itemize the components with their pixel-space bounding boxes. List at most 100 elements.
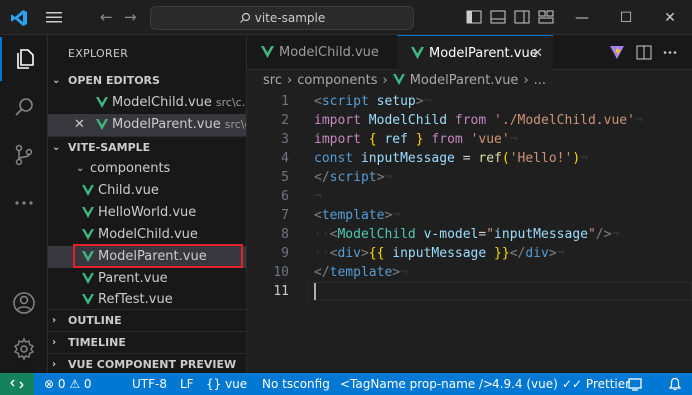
tab-label: ModelParent.vue bbox=[429, 46, 538, 61]
file-name: Parent.vue bbox=[98, 271, 168, 286]
vue-file-icon bbox=[82, 294, 94, 305]
close-editor-icon[interactable]: ✕ bbox=[74, 114, 85, 136]
accounts-activity[interactable] bbox=[0, 281, 48, 325]
bell-icon[interactable] bbox=[668, 377, 682, 391]
language-status[interactable]: {} vue bbox=[206, 373, 247, 395]
code-line: <script setup>¬ bbox=[314, 94, 432, 109]
breadcrumb: src › components › ModelParent.vue ›... bbox=[247, 70, 692, 92]
open-editors-label: OPEN EDITORS bbox=[68, 74, 160, 87]
file-item[interactable]: HelloWorld.vue bbox=[48, 202, 246, 224]
menu-icon[interactable] bbox=[44, 9, 64, 25]
breadcrumb-item[interactable]: ... bbox=[534, 73, 546, 88]
outline-header[interactable]: › OUTLINE bbox=[48, 309, 246, 331]
encoding-status[interactable]: UTF-8 bbox=[132, 373, 167, 395]
source-control-activity[interactable] bbox=[0, 133, 48, 177]
close-tab-icon[interactable]: ✕ bbox=[532, 36, 543, 71]
remote-icon bbox=[10, 379, 24, 389]
line-number: 6 bbox=[281, 189, 289, 204]
code-line: </script>¬ bbox=[314, 170, 393, 185]
remote-indicator[interactable] bbox=[0, 373, 34, 395]
activity-bar bbox=[0, 35, 48, 373]
tsconfig-status[interactable]: No tsconfig bbox=[262, 373, 330, 395]
vue-file-icon bbox=[82, 207, 94, 218]
open-editor-name: ModelParent.vue bbox=[112, 117, 221, 132]
prettier-status[interactable]: ✓✓ Prettier bbox=[562, 373, 630, 395]
code-line: ··<ModelChild v-model="inputMessage"/>¬ bbox=[314, 227, 620, 242]
problems-status[interactable]: ⊗ 0 ⚠ 0 bbox=[44, 373, 92, 395]
file-name: Child.vue bbox=[98, 183, 159, 198]
file-name: RefTest.vue bbox=[98, 292, 173, 307]
workspace-header[interactable]: ⌄ VITE-SAMPLE bbox=[48, 136, 246, 158]
timeline-label: TIMELINE bbox=[68, 336, 126, 349]
maximize-button[interactable]: ☐ bbox=[604, 0, 648, 35]
outline-label: OUTLINE bbox=[68, 314, 122, 327]
ts-version-status[interactable]: 4.9.4 (vue) bbox=[492, 373, 558, 395]
search-text: vite-sample bbox=[254, 11, 326, 25]
close-window-button[interactable]: ✕ bbox=[648, 0, 692, 35]
more-actions-icon[interactable] bbox=[662, 45, 678, 60]
open-editor-item[interactable]: ✕ ModelParent.vuesrc\c... bbox=[48, 114, 246, 136]
file-name: ModelChild.vue bbox=[98, 227, 198, 242]
chevron-down-icon: ⌄ bbox=[52, 75, 61, 86]
file-item[interactable]: RefTest.vue bbox=[48, 289, 246, 309]
explorer-activity[interactable] bbox=[0, 37, 48, 81]
tab-modelparent[interactable]: ModelParent.vue ✕ bbox=[397, 35, 553, 70]
line-number: 1 bbox=[281, 94, 289, 109]
search-activity[interactable] bbox=[0, 85, 48, 129]
search-icon bbox=[239, 12, 250, 23]
back-arrow-icon[interactable]: ← bbox=[100, 9, 118, 25]
manage-activity[interactable] bbox=[0, 327, 48, 371]
line-number: 4 bbox=[281, 151, 289, 166]
folder-components[interactable]: ⌄ components bbox=[48, 158, 246, 180]
vue-file-icon bbox=[96, 97, 108, 108]
code-editor[interactable]: 1 2 3 4 5 6 7 8 9 10 11 <script setup>¬ … bbox=[247, 92, 692, 373]
file-item[interactable]: Parent.vue bbox=[48, 268, 246, 290]
vue-preview-label: VUE COMPONENT PREVIEW bbox=[68, 358, 237, 371]
toggle-panel-icon[interactable] bbox=[490, 10, 506, 24]
tab-label: ModelChild.vue bbox=[279, 45, 379, 60]
status-bar: ⊗ 0 ⚠ 0 UTF-8 LF {} vue No tsconfig <Tag… bbox=[0, 373, 692, 395]
vscode-logo-icon bbox=[11, 10, 27, 26]
vue-file-icon bbox=[411, 47, 424, 59]
file-item[interactable]: Child.vue bbox=[48, 180, 246, 202]
chevron-right-icon: › bbox=[52, 337, 57, 348]
chevron-right-icon: › bbox=[523, 73, 529, 88]
customize-layout-icon[interactable] bbox=[538, 10, 554, 24]
sidebar-title: EXPLORER bbox=[68, 47, 129, 60]
breadcrumb-item[interactable]: src bbox=[263, 73, 282, 88]
tagname-status[interactable]: <TagName prop-name /> bbox=[340, 373, 493, 395]
breadcrumb-item[interactable]: components bbox=[297, 73, 377, 88]
tab-modelchild[interactable]: ModelChild.vue bbox=[247, 35, 395, 70]
open-editor-item[interactable]: ModelChild.vuesrc\c... bbox=[48, 92, 246, 114]
open-editor-path: src\c... bbox=[215, 96, 246, 109]
vue-file-icon bbox=[82, 273, 94, 284]
search-icon bbox=[15, 98, 33, 116]
chevron-right-icon: › bbox=[286, 73, 293, 88]
vue-preview-header[interactable]: › VUE COMPONENT PREVIEW bbox=[48, 353, 246, 375]
vite-icon[interactable] bbox=[609, 45, 625, 60]
code-line: ¬ bbox=[314, 189, 322, 204]
live-share-icon[interactable] bbox=[628, 377, 642, 391]
workspace-label: VITE-SAMPLE bbox=[68, 141, 151, 154]
vue-file-icon bbox=[261, 46, 274, 58]
toggle-sidebar-icon[interactable] bbox=[466, 10, 482, 24]
line-number: 2 bbox=[281, 113, 289, 128]
ellipsis-icon bbox=[15, 201, 33, 205]
split-editor-icon[interactable] bbox=[636, 45, 652, 60]
file-item[interactable]: ModelChild.vue bbox=[48, 224, 246, 246]
vue-file-icon bbox=[82, 229, 94, 240]
forward-arrow-icon[interactable]: → bbox=[124, 9, 142, 25]
code-line: const inputMessage = ref('Hello!')¬ bbox=[314, 151, 588, 166]
breadcrumb-item[interactable]: ModelParent.vue bbox=[410, 73, 519, 88]
toggle-secondary-sidebar-icon[interactable] bbox=[514, 10, 530, 24]
current-line-highlight bbox=[307, 282, 692, 301]
code-line: </template>¬ bbox=[314, 265, 408, 280]
open-editors-header[interactable]: ⌄ OPEN EDITORS bbox=[48, 70, 246, 92]
text-cursor bbox=[314, 283, 316, 300]
minimize-button[interactable]: — bbox=[560, 0, 604, 35]
command-center-search[interactable]: vite-sample bbox=[150, 6, 414, 30]
more-activity[interactable] bbox=[0, 181, 48, 225]
eol-status[interactable]: LF bbox=[180, 373, 194, 395]
code-line: import ModelChild from './ModelChild.vue… bbox=[314, 113, 643, 128]
timeline-header[interactable]: › TIMELINE bbox=[48, 331, 246, 353]
